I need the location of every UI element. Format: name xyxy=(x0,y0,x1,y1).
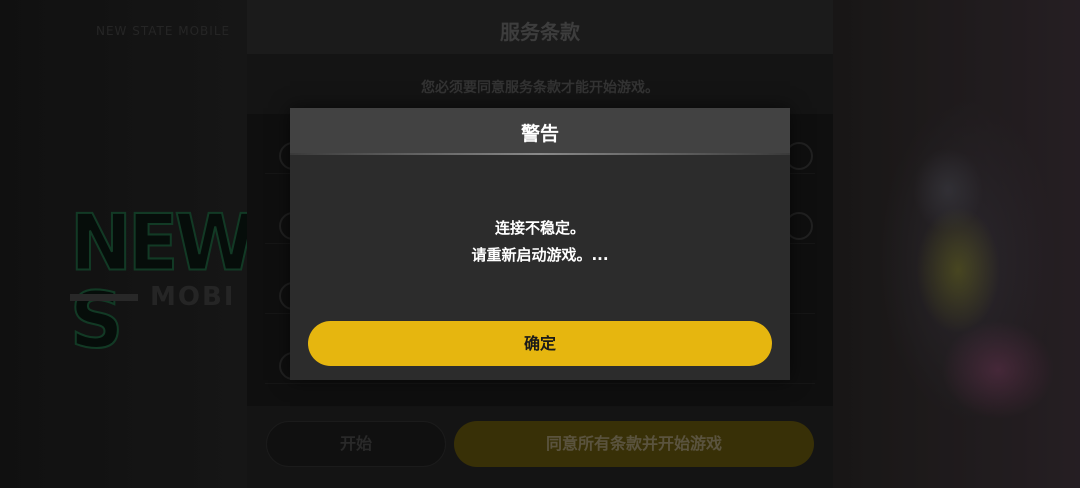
warning-message-line2: 请重新启动游戏。... xyxy=(471,246,609,264)
warning-dialog-header: 警告 xyxy=(290,108,790,154)
warning-dialog-title: 警告 xyxy=(520,123,559,145)
warning-message-line1: 连接不稳定。 xyxy=(494,219,585,237)
warning-dialog: 警告 连接不稳定。 请重新启动游戏。... 确定 xyxy=(290,108,790,380)
dialog-divider xyxy=(290,153,790,155)
confirm-button[interactable]: 确定 xyxy=(308,321,772,366)
